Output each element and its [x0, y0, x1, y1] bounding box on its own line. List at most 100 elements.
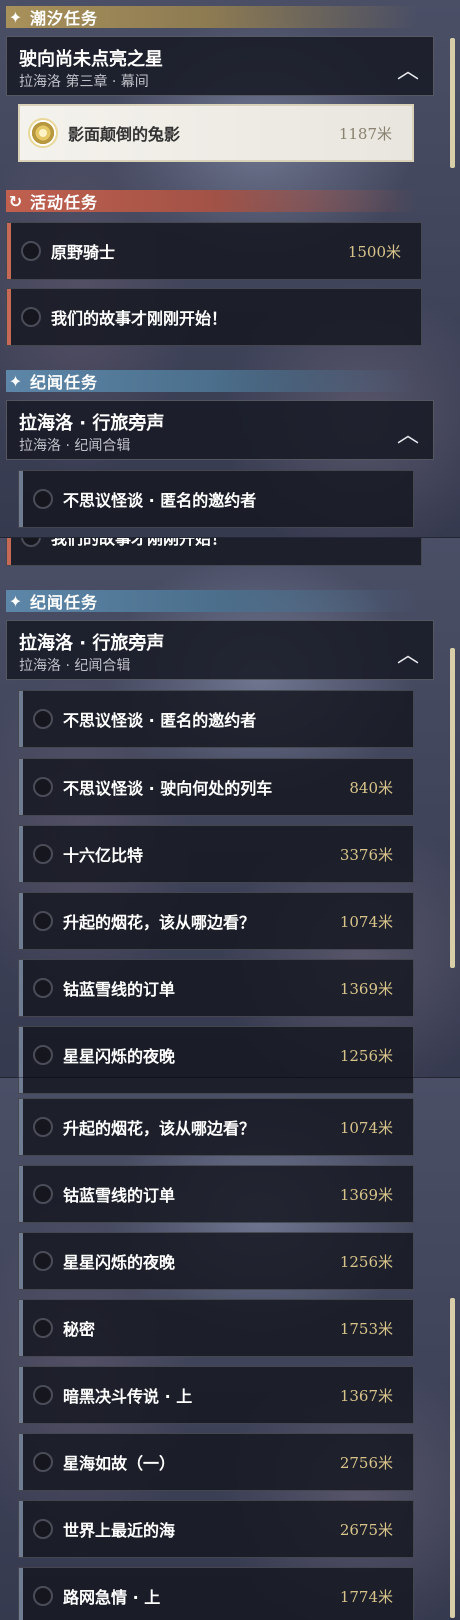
- tale-quest-row[interactable]: 十六亿比特 3376米: [18, 825, 414, 883]
- tide-group[interactable]: 驶向尚未点亮之星 拉海洛 第三章 · 幕间 ︿: [6, 36, 434, 96]
- quest-distance: 2756米: [339, 1453, 393, 1472]
- tales-group[interactable]: 拉海洛 · 行旅旁声 拉海洛 · 纪闻合辑 ︿: [6, 400, 434, 460]
- quest-name: 秘密: [63, 1320, 96, 1339]
- quest-status-icon: [33, 1045, 53, 1065]
- tales-group-title: 拉海洛 · 行旅旁声: [19, 413, 165, 434]
- sparkle-icon: ✦: [8, 591, 24, 611]
- tales-group-title: 拉海洛 · 行旅旁声: [19, 633, 165, 654]
- tales-section-header: ✦ 纪闻任务: [6, 590, 418, 612]
- sparkle-icon: ✦: [8, 7, 24, 27]
- quest-name: 路网急情 · 上: [63, 1588, 161, 1607]
- tale-quest-row[interactable]: 星星闪烁的夜晚 1256米: [18, 1232, 414, 1290]
- quest-status-icon: [21, 241, 41, 261]
- event-quest-row[interactable]: 我们的故事才刚刚开始！: [6, 288, 422, 346]
- quest-distance: 1500米: [347, 242, 401, 261]
- quest-distance: 1256米: [339, 1252, 393, 1271]
- quest-status-icon: [33, 911, 53, 931]
- event-quest-row[interactable]: 原野骑士 1500米: [6, 222, 422, 280]
- active-quest-row[interactable]: 影面颠倒的兔影 1187米: [18, 104, 414, 162]
- quest-distance: 1774米: [339, 1587, 393, 1606]
- refresh-icon: ↻: [8, 191, 24, 211]
- quest-name: 影面颠倒的兔影: [68, 125, 181, 144]
- quest-tracked-icon: [28, 118, 58, 148]
- event-section-header: ↻ 活动任务: [6, 190, 418, 212]
- quest-distance: 1369米: [339, 1185, 393, 1204]
- quest-name: 我们的故事才刚刚开始！: [51, 538, 228, 548]
- chevron-up-icon[interactable]: ︿: [397, 53, 419, 85]
- scrollbar[interactable]: [450, 38, 455, 168]
- quest-distance: 1074米: [339, 1118, 393, 1137]
- quest-status-icon: [33, 709, 53, 729]
- tide-header-label: 潮汐任务: [30, 9, 99, 28]
- tales-header-label: 纪闻任务: [30, 593, 99, 612]
- quest-distance: 1753米: [339, 1319, 393, 1338]
- quest-name: 钴蓝雪线的订单: [63, 1186, 176, 1205]
- quest-distance: 1369米: [339, 979, 393, 998]
- quest-name: 星海如故（一）: [63, 1454, 176, 1473]
- screenshot-strip-3: 升起的烟花，该从哪边看？ 1074米 钴蓝雪线的订单 1369米 星星闪烁的夜晚…: [0, 1078, 460, 1620]
- quest-status-icon: [33, 1385, 53, 1405]
- tale-quest-row[interactable]: 升起的烟花，该从哪边看？ 1074米: [18, 1098, 414, 1156]
- tale-quest-row[interactable]: 星海如故（一） 2756米: [18, 1433, 414, 1491]
- quest-distance: 1187米: [338, 124, 392, 143]
- sparkle-icon: ✦: [8, 371, 24, 391]
- quest-name: 星星闪烁的夜晚: [63, 1047, 176, 1066]
- chevron-up-icon[interactable]: ︿: [397, 637, 419, 669]
- screenshot-strip-1: ✦ 潮汐任务 驶向尚未点亮之星 拉海洛 第三章 · 幕间 ︿ 影面颠倒的兔影 1…: [0, 0, 460, 538]
- event-header-label: 活动任务: [30, 193, 99, 212]
- quest-status-icon: [33, 1519, 53, 1539]
- quest-distance: 1074米: [339, 912, 393, 931]
- tale-quest-row[interactable]: 升起的烟花，该从哪边看？ 1074米: [18, 892, 414, 950]
- quest-name: 星星闪烁的夜晚: [63, 1253, 176, 1272]
- quest-name: 十六亿比特: [63, 846, 144, 865]
- quest-status-icon: [33, 844, 53, 864]
- quest-status-icon: [33, 1318, 53, 1338]
- tale-quest-row[interactable]: 秘密 1753米: [18, 1299, 414, 1357]
- tale-quest-row[interactable]: 钴蓝雪线的订单 1369米: [18, 959, 414, 1017]
- quest-name: 不思议怪谈 · 驶向何处的列车: [63, 779, 273, 798]
- event-quest-row[interactable]: 我们的故事才刚刚开始！: [6, 538, 422, 566]
- quest-status-icon: [21, 538, 41, 547]
- quest-name: 暗黑决斗传说 · 上: [63, 1387, 193, 1406]
- quest-status-icon: [33, 1251, 53, 1271]
- quest-distance: 2675米: [339, 1520, 393, 1539]
- quest-status-icon: [33, 489, 53, 509]
- scrollbar[interactable]: [450, 648, 455, 968]
- quest-name: 钴蓝雪线的订单: [63, 980, 176, 999]
- tale-quest-row[interactable]: 不思议怪谈 · 驶向何处的列车 840米: [18, 758, 414, 816]
- tales-header-label: 纪闻任务: [30, 373, 99, 392]
- tales-group[interactable]: 拉海洛 · 行旅旁声 拉海洛 · 纪闻合辑 ︿: [6, 620, 434, 680]
- tale-quest-row[interactable]: 不思议怪谈 · 匿名的邀约者: [18, 690, 414, 748]
- quest-status-icon: [33, 1452, 53, 1472]
- scrollbar[interactable]: [450, 1298, 455, 1618]
- tale-quest-row[interactable]: 路网急情 · 上 1774米: [18, 1567, 414, 1620]
- quest-name: 不思议怪谈 · 匿名的邀约者: [63, 711, 257, 730]
- quest-name: 不思议怪谈 · 匿名的邀约者: [63, 491, 257, 510]
- quest-distance: 1256米: [339, 1046, 393, 1065]
- tale-quest-row[interactable]: 暗黑决斗传说 · 上 1367米: [18, 1366, 414, 1424]
- quest-name: 原野骑士: [51, 243, 116, 262]
- quest-status-icon: [33, 1586, 53, 1606]
- tale-quest-row[interactable]: 星星闪烁的夜晚 1256米: [18, 1026, 414, 1078]
- screenshot-strip-2: 我们的故事才刚刚开始！ ✦ 纪闻任务 拉海洛 · 行旅旁声 拉海洛 · 纪闻合辑…: [0, 538, 460, 1078]
- quest-name: 升起的烟花，该从哪边看？: [63, 1119, 256, 1138]
- quest-name: 升起的烟花，该从哪边看？: [63, 913, 256, 932]
- quest-name: 我们的故事才刚刚开始！: [51, 309, 228, 328]
- chevron-up-icon[interactable]: ︿: [397, 417, 419, 449]
- quest-status-icon: [33, 1117, 53, 1137]
- quest-status-icon: [33, 978, 53, 998]
- tide-section-header: ✦ 潮汐任务: [6, 6, 418, 28]
- quest-distance: 840米: [349, 778, 393, 797]
- quest-distance: 1367米: [339, 1386, 393, 1405]
- quest-distance: 3376米: [339, 845, 393, 864]
- tale-quest-row[interactable]: 不思议怪谈 · 匿名的邀约者: [18, 470, 414, 528]
- tide-group-title: 驶向尚未点亮之星: [19, 49, 163, 70]
- tale-quest-row[interactable]: 世界上最近的海 2675米: [18, 1500, 414, 1558]
- tale-quest-row[interactable]: 钴蓝雪线的订单 1369米: [18, 1165, 414, 1223]
- tale-quest-row[interactable]: [18, 1078, 414, 1094]
- tales-group-subtitle: 拉海洛 · 纪闻合辑: [19, 438, 131, 454]
- tide-group-subtitle: 拉海洛 第三章 · 幕间: [19, 74, 149, 90]
- quest-status-icon: [33, 1184, 53, 1204]
- tales-section-header: ✦ 纪闻任务: [6, 370, 418, 392]
- quest-status-icon: [33, 777, 53, 797]
